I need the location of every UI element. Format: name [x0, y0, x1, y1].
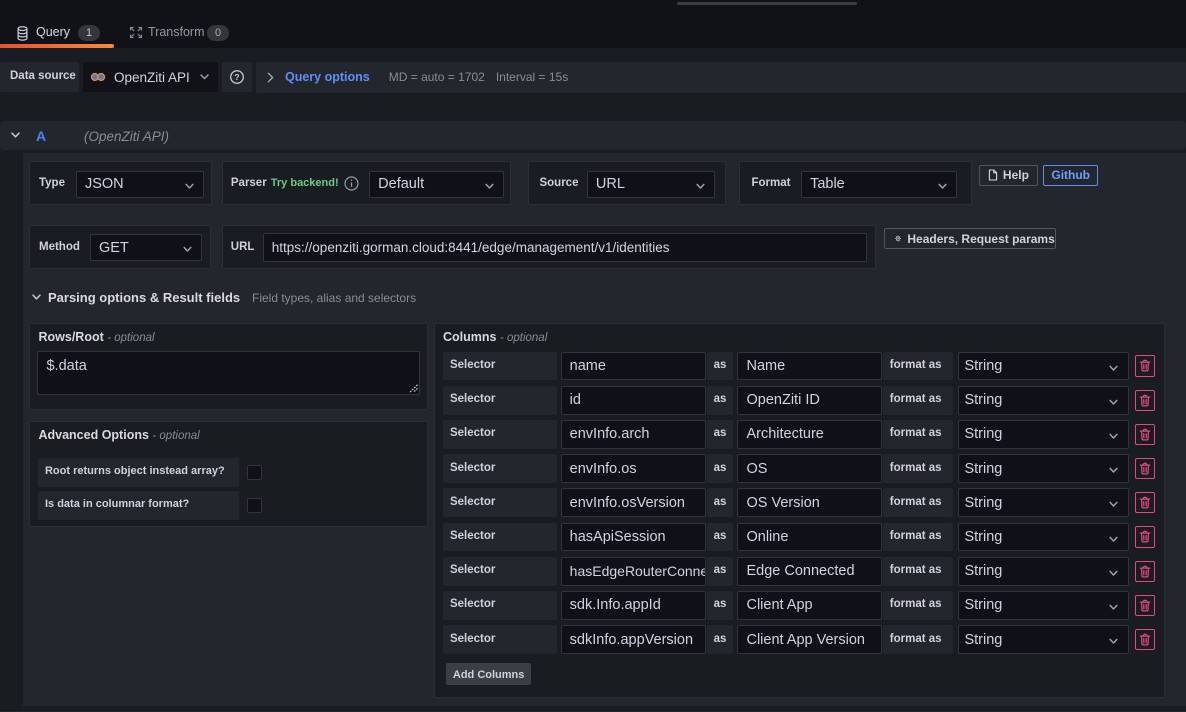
svg-text:?: ?: [234, 72, 239, 82]
